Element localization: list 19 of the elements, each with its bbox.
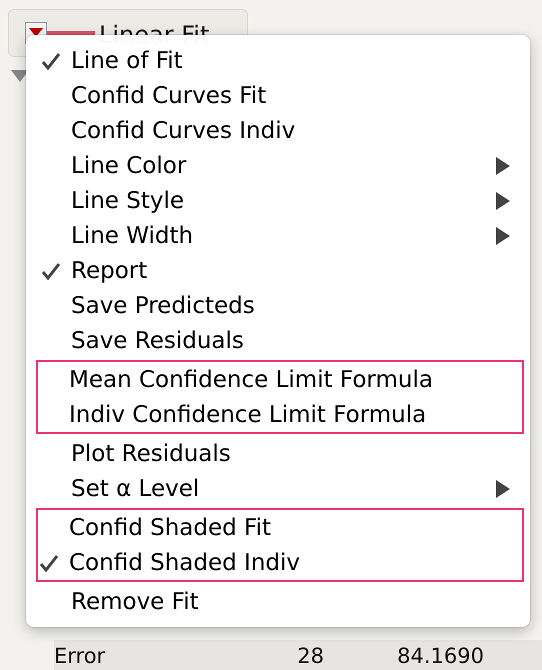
table-cell-text: 84.1690 [396,644,484,668]
menu-item[interactable]: Line Color [28,148,528,183]
menu-item[interactable]: Confid Curves Fit [28,78,528,113]
menu-item[interactable]: Save Residuals [28,323,528,358]
menu-item[interactable]: Line Width [28,218,528,253]
menu-item[interactable]: Set α Level [28,471,528,506]
menu-item[interactable]: Indiv Confidence Limit Formula [38,397,522,432]
menu-item[interactable]: Report [28,253,528,288]
menu-item[interactable]: Confid Curves Indiv [28,113,528,148]
menu-item[interactable]: Remove Fit [28,584,528,619]
menu-item[interactable]: Plot Residuals [28,436,528,471]
menu-item[interactable]: Confid Shaded Fit [38,510,522,545]
table-cell-text: 28 [296,644,324,668]
menu-item[interactable]: Confid Shaded Indiv [38,545,522,580]
menu-item[interactable]: Mean Confidence Limit Formula [38,362,522,397]
table-cell-text: Error [54,644,106,668]
line-swatch-icon [47,30,95,36]
menu-item[interactable]: Save Predicteds [28,288,528,323]
menu-item[interactable]: Line Style [28,183,528,218]
